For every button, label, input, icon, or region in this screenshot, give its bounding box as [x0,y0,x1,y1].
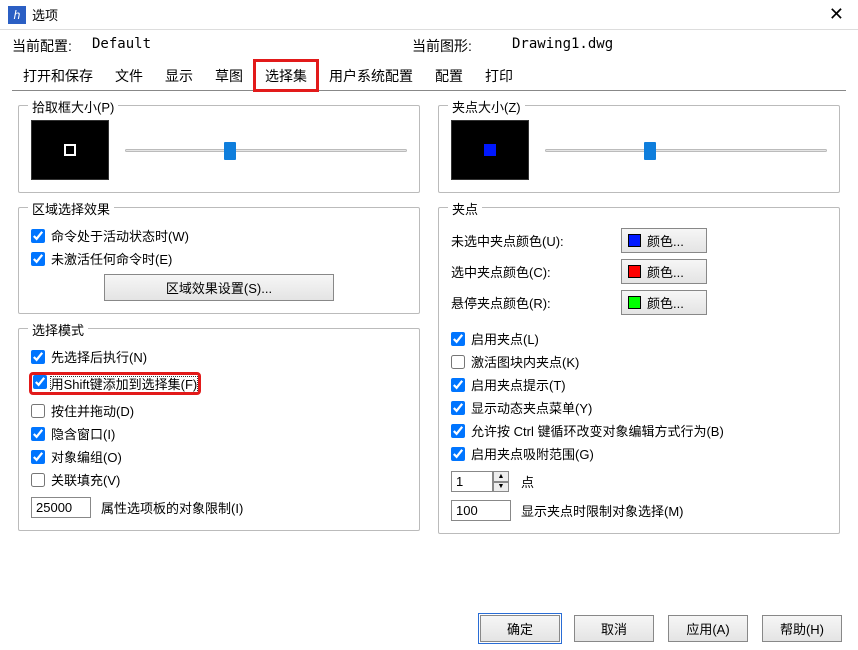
color-hover-swatch [628,296,641,309]
grips-point-spinner[interactable]: ▲ ▼ [451,471,511,492]
grip-square-icon [484,144,496,156]
chk-select-first[interactable] [31,350,45,364]
tab-open-save[interactable]: 打开和保存 [12,60,104,91]
app-icon: h [8,6,26,24]
color-unselected-button[interactable]: 颜色... [621,228,707,253]
tab-selection[interactable]: 选择集 [254,60,318,91]
region-effect-group: 区域选择效果 命令处于活动状态时(W) 未激活任何命令时(E) 区域效果设置(S… [18,207,420,314]
color-selected-button[interactable]: 颜色... [621,259,707,284]
color-unselected-label: 未选中夹点颜色(U): [451,231,611,250]
tabs: 打开和保存 文件 显示 草图 选择集 用户系统配置 配置 打印 [12,60,846,91]
title-bar: h 选项 ✕ [0,0,858,30]
tab-display[interactable]: 显示 [154,60,204,91]
pickbox-preview [31,120,109,180]
selection-mode-group: 选择模式 先选择后执行(N) 用Shift键添加到选择集(F) 按住并拖动(D)… [18,328,420,531]
color-hover-btn-label: 颜色... [647,293,684,312]
region-effect-title: 区域选择效果 [28,199,114,218]
lbl-press-drag: 按住并拖动(D) [51,401,134,420]
grips-limit-label: 显示夹点时限制对象选择(M) [521,501,684,520]
color-unselected-btn-label: 颜色... [647,231,684,250]
lbl-grips-ctrl-cycle: 允许按 Ctrl 键循环改变对象编辑方式行为(B) [471,421,724,440]
color-selected-btn-label: 颜色... [647,262,684,281]
tab-plot[interactable]: 打印 [474,60,524,91]
color-hover-label: 悬停夹点颜色(R): [451,293,611,312]
tab-drafting[interactable]: 草图 [204,60,254,91]
chk-implied-window[interactable] [31,427,45,441]
color-selected-label: 选中夹点颜色(C): [451,262,611,281]
close-icon[interactable]: ✕ [823,4,850,25]
grips-point-label: 点 [521,472,534,491]
chk-cmd-active[interactable] [31,229,45,243]
chk-grips-snap[interactable] [451,447,465,461]
chk-enable-grips[interactable] [451,332,465,346]
chk-assoc-hatch[interactable] [31,473,45,487]
grips-group: 夹点 未选中夹点颜色(U): 颜色... 选中夹点颜色(C): 颜色... 悬停… [438,207,840,534]
pickbox-slider[interactable] [125,140,407,160]
config-row: 当前配置: Default 当前图形: Drawing1.dwg [0,30,858,60]
spin-down-icon[interactable]: ▼ [493,482,509,493]
lbl-grips-snap: 启用夹点吸附范围(G) [471,444,594,463]
obj-limit-input[interactable] [31,497,91,518]
tab-files[interactable]: 文件 [104,60,154,91]
pickbox-group: 拾取框大小(P) [18,105,420,193]
tab-profiles[interactable]: 配置 [424,60,474,91]
spin-up-icon[interactable]: ▲ [493,471,509,482]
color-unselected-swatch [628,234,641,247]
cancel-button[interactable]: 取消 [574,615,654,642]
chk-grips-dyn-menu[interactable] [451,401,465,415]
grips-point-input[interactable] [451,471,493,492]
pickbox-square-icon [64,144,76,156]
current-drawing-value: Drawing1.dwg [512,36,613,56]
chk-press-drag[interactable] [31,404,45,418]
lbl-select-first: 先选择后执行(N) [51,347,147,366]
lbl-grips-in-blocks: 激活图块内夹点(K) [471,352,579,371]
selection-mode-title: 选择模式 [28,320,88,339]
ok-button[interactable]: 确定 [480,615,560,642]
lbl-cmd-active: 命令处于活动状态时(W) [51,226,189,245]
tab-user-prefs[interactable]: 用户系统配置 [318,60,424,91]
gripsize-slider[interactable] [545,140,827,160]
chk-object-group[interactable] [31,450,45,464]
grips-title: 夹点 [448,199,482,218]
lbl-grips-dyn-menu: 显示动态夹点菜单(Y) [471,398,592,417]
region-settings-button[interactable]: 区域效果设置(S)... [104,274,334,301]
help-button[interactable]: 帮助(H) [762,615,842,642]
current-profile-label: 当前配置: [12,36,92,56]
gripsize-title: 夹点大小(Z) [448,97,525,116]
footer: 确定 取消 应用(A) 帮助(H) [480,615,842,642]
pickbox-title: 拾取框大小(P) [28,97,118,116]
chk-grips-tips[interactable] [451,378,465,392]
lbl-implied-window: 隐含窗口(I) [51,424,115,443]
lbl-object-group: 对象编组(O) [51,447,122,466]
color-hover-button[interactable]: 颜色... [621,290,707,315]
lbl-no-cmd: 未激活任何命令时(E) [51,249,172,268]
lbl-grips-tips: 启用夹点提示(T) [471,375,566,394]
color-selected-swatch [628,265,641,278]
chk-grips-in-blocks[interactable] [451,355,465,369]
chk-grips-ctrl-cycle[interactable] [451,424,465,438]
gripsize-preview [451,120,529,180]
gripsize-group: 夹点大小(Z) [438,105,840,193]
current-drawing-label: 当前图形: [412,36,512,56]
grips-limit-input[interactable] [451,500,511,521]
window-title: 选项 [32,5,58,24]
apply-button[interactable]: 应用(A) [668,615,748,642]
current-profile-value: Default [92,36,412,56]
chk-shift-add[interactable] [33,375,47,389]
lbl-shift-add: 用Shift键添加到选择集(F) [51,377,198,392]
lbl-enable-grips: 启用夹点(L) [471,329,539,348]
chk-no-cmd[interactable] [31,252,45,266]
lbl-assoc-hatch: 关联填充(V) [51,470,120,489]
obj-limit-label: 属性选项板的对象限制(I) [101,498,243,517]
